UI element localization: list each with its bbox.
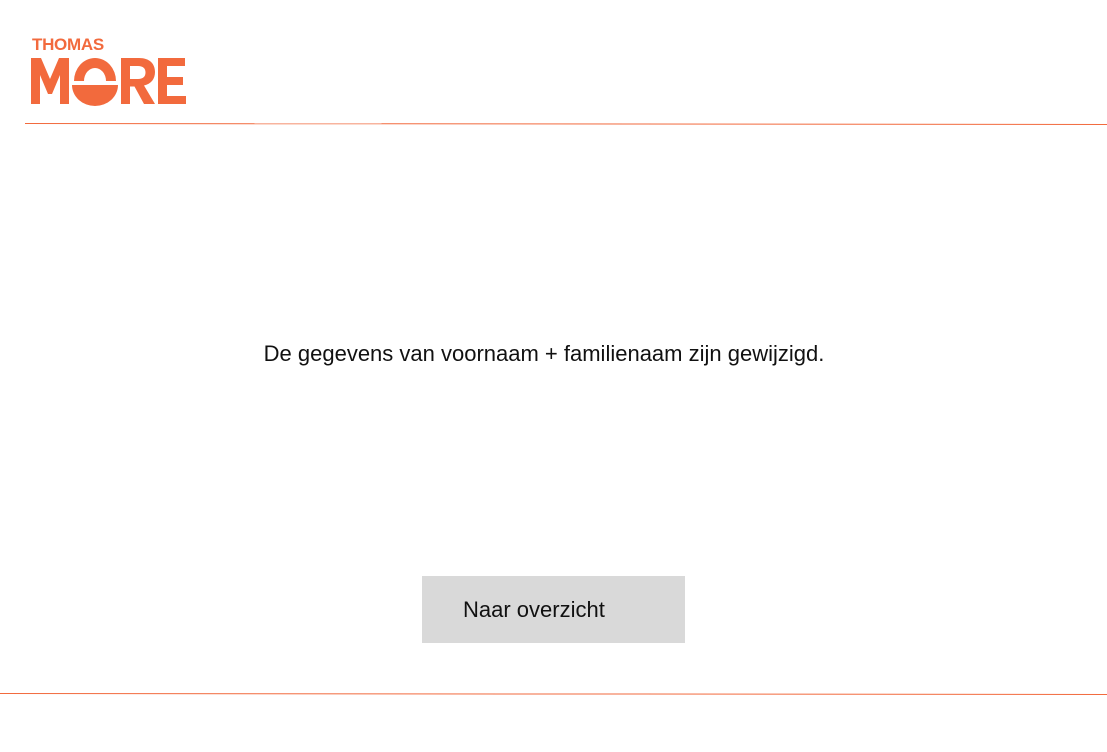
- thomas-more-logo: THOMAS: [31, 34, 187, 108]
- footer-divider: [0, 693, 1107, 695]
- logo-top-line: THOMAS: [32, 35, 104, 54]
- confirmation-message: De gegevens van voornaam + familienaam z…: [263, 341, 825, 366]
- to-overview-button[interactable]: Naar overzicht: [422, 576, 685, 643]
- header-divider: [24, 123, 1107, 125]
- logo-more-wordmark: [31, 58, 186, 106]
